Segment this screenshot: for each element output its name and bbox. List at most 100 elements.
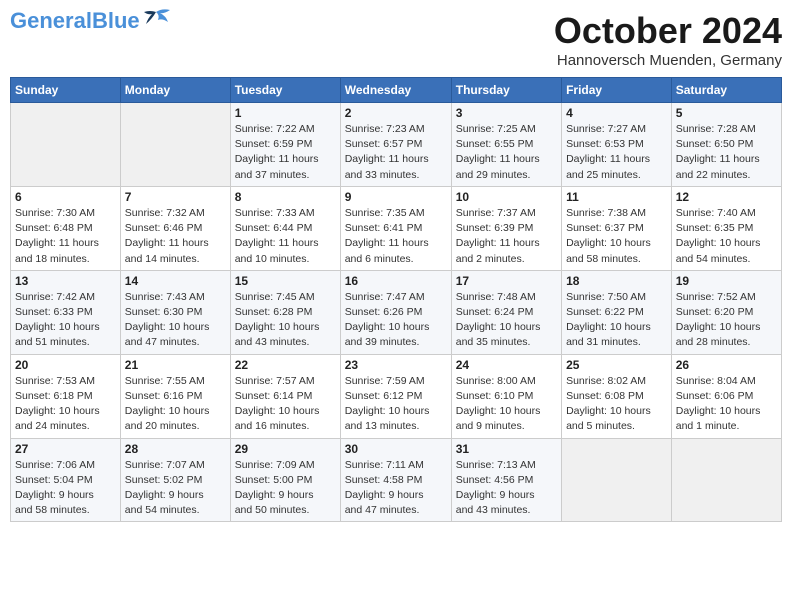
day-number: 4: [566, 106, 667, 120]
day-number: 7: [125, 190, 226, 204]
calendar-week-row: 27 Sunrise: 7:06 AM Sunset: 5:04 PM Dayli…: [11, 438, 782, 522]
day-number: 1: [235, 106, 336, 120]
page-header: GeneralBlue October 2024 Hannoversch Mue…: [10, 10, 782, 69]
calendar-cell: 26 Sunrise: 8:04 AM Sunset: 6:06 PM Dayli…: [671, 354, 781, 438]
calendar-cell: 13Sunrise: 7:42 AM Sunset: 6:33 PM Dayli…: [11, 270, 121, 354]
calendar-cell: 19 Sunrise: 7:52 AM Sunset: 6:20 PM Dayli…: [671, 270, 781, 354]
day-detail: Sunrise: 7:32 AM Sunset: 6:46 PM Dayligh…: [125, 206, 226, 267]
weekday-header-sunday: Sunday: [11, 78, 121, 103]
calendar-cell: 3 Sunrise: 7:25 AM Sunset: 6:55 PM Daylig…: [451, 103, 561, 187]
day-detail: Sunrise: 7:23 AM Sunset: 6:57 PM Dayligh…: [345, 122, 447, 183]
day-number: 15: [235, 274, 336, 288]
day-number: 17: [456, 274, 557, 288]
day-detail: Sunrise: 8:00 AM Sunset: 6:10 PM Dayligh…: [456, 374, 557, 435]
day-number: 3: [456, 106, 557, 120]
day-number: 6: [15, 190, 116, 204]
calendar-cell: 1 Sunrise: 7:22 AM Sunset: 6:59 PM Daylig…: [230, 103, 340, 187]
logo-bird-icon: [142, 8, 170, 30]
day-number: 20: [15, 358, 116, 372]
weekday-header-tuesday: Tuesday: [230, 78, 340, 103]
day-number: 10: [456, 190, 557, 204]
day-detail: Sunrise: 7:42 AM Sunset: 6:33 PM Dayligh…: [15, 290, 116, 351]
day-detail: Sunrise: 7:35 AM Sunset: 6:41 PM Dayligh…: [345, 206, 447, 267]
day-detail: Sunrise: 7:59 AM Sunset: 6:12 PM Dayligh…: [345, 374, 447, 435]
calendar-cell: 31Sunrise: 7:13 AM Sunset: 4:56 PM Dayli…: [451, 438, 561, 522]
day-number: 22: [235, 358, 336, 372]
day-detail: Sunrise: 7:22 AM Sunset: 6:59 PM Dayligh…: [235, 122, 336, 183]
weekday-header-thursday: Thursday: [451, 78, 561, 103]
day-detail: Sunrise: 7:57 AM Sunset: 6:14 PM Dayligh…: [235, 374, 336, 435]
day-number: 14: [125, 274, 226, 288]
day-number: 27: [15, 442, 116, 456]
day-number: 5: [676, 106, 777, 120]
day-number: 19: [676, 274, 777, 288]
calendar-cell: [671, 438, 781, 522]
month-title: October 2024: [554, 10, 782, 52]
day-detail: Sunrise: 8:04 AM Sunset: 6:06 PM Dayligh…: [676, 374, 777, 435]
day-number: 16: [345, 274, 447, 288]
calendar-cell: 12Sunrise: 7:40 AM Sunset: 6:35 PM Dayli…: [671, 186, 781, 270]
day-detail: Sunrise: 7:50 AM Sunset: 6:22 PM Dayligh…: [566, 290, 667, 351]
logo: GeneralBlue: [10, 10, 170, 32]
calendar-week-row: 20 Sunrise: 7:53 AM Sunset: 6:18 PM Dayli…: [11, 354, 782, 438]
calendar-cell: [120, 103, 230, 187]
day-detail: Sunrise: 7:33 AM Sunset: 6:44 PM Dayligh…: [235, 206, 336, 267]
calendar-cell: 17Sunrise: 7:48 AM Sunset: 6:24 PM Dayli…: [451, 270, 561, 354]
day-detail: Sunrise: 8:02 AM Sunset: 6:08 PM Dayligh…: [566, 374, 667, 435]
day-number: 26: [676, 358, 777, 372]
day-detail: Sunrise: 7:09 AM Sunset: 5:00 PM Dayligh…: [235, 458, 336, 519]
day-detail: Sunrise: 7:07 AM Sunset: 5:02 PM Dayligh…: [125, 458, 226, 519]
calendar-cell: 25Sunrise: 8:02 AM Sunset: 6:08 PM Dayli…: [562, 354, 672, 438]
calendar-table: SundayMondayTuesdayWednesdayThursdayFrid…: [10, 77, 782, 522]
day-detail: Sunrise: 7:28 AM Sunset: 6:50 PM Dayligh…: [676, 122, 777, 183]
calendar-cell: 7 Sunrise: 7:32 AM Sunset: 6:46 PM Daylig…: [120, 186, 230, 270]
day-detail: Sunrise: 7:25 AM Sunset: 6:55 PM Dayligh…: [456, 122, 557, 183]
calendar-cell: 14 Sunrise: 7:43 AM Sunset: 6:30 PM Dayli…: [120, 270, 230, 354]
calendar-cell: [562, 438, 672, 522]
day-detail: Sunrise: 7:53 AM Sunset: 6:18 PM Dayligh…: [15, 374, 116, 435]
weekday-header-row: SundayMondayTuesdayWednesdayThursdayFrid…: [11, 78, 782, 103]
calendar-cell: 18 Sunrise: 7:50 AM Sunset: 6:22 PM Dayli…: [562, 270, 672, 354]
day-detail: Sunrise: 7:38 AM Sunset: 6:37 PM Dayligh…: [566, 206, 667, 267]
day-number: 31: [456, 442, 557, 456]
calendar-week-row: 6 Sunrise: 7:30 AM Sunset: 6:48 PM Daylig…: [11, 186, 782, 270]
day-detail: Sunrise: 7:52 AM Sunset: 6:20 PM Dayligh…: [676, 290, 777, 351]
day-number: 23: [345, 358, 447, 372]
calendar-cell: 16Sunrise: 7:47 AM Sunset: 6:26 PM Dayli…: [340, 270, 451, 354]
day-detail: Sunrise: 7:37 AM Sunset: 6:39 PM Dayligh…: [456, 206, 557, 267]
day-detail: Sunrise: 7:27 AM Sunset: 6:53 PM Dayligh…: [566, 122, 667, 183]
calendar-cell: 27 Sunrise: 7:06 AM Sunset: 5:04 PM Dayli…: [11, 438, 121, 522]
day-number: 30: [345, 442, 447, 456]
weekday-header-monday: Monday: [120, 78, 230, 103]
calendar-cell: 24 Sunrise: 8:00 AM Sunset: 6:10 PM Dayli…: [451, 354, 561, 438]
day-number: 28: [125, 442, 226, 456]
location-title: Hannoversch Muenden, Germany: [554, 52, 782, 69]
calendar-cell: 11Sunrise: 7:38 AM Sunset: 6:37 PM Dayli…: [562, 186, 672, 270]
calendar-cell: 29 Sunrise: 7:09 AM Sunset: 5:00 PM Dayli…: [230, 438, 340, 522]
calendar-cell: 6 Sunrise: 7:30 AM Sunset: 6:48 PM Daylig…: [11, 186, 121, 270]
weekday-header-wednesday: Wednesday: [340, 78, 451, 103]
day-number: 9: [345, 190, 447, 204]
calendar-cell: 4 Sunrise: 7:27 AM Sunset: 6:53 PM Daylig…: [562, 103, 672, 187]
calendar-cell: 28 Sunrise: 7:07 AM Sunset: 5:02 PM Dayli…: [120, 438, 230, 522]
calendar-cell: 10 Sunrise: 7:37 AM Sunset: 6:39 PM Dayli…: [451, 186, 561, 270]
calendar-cell: 8 Sunrise: 7:33 AM Sunset: 6:44 PM Daylig…: [230, 186, 340, 270]
calendar-cell: 30Sunrise: 7:11 AM Sunset: 4:58 PM Dayli…: [340, 438, 451, 522]
day-number: 8: [235, 190, 336, 204]
day-number: 21: [125, 358, 226, 372]
day-number: 24: [456, 358, 557, 372]
logo-text: GeneralBlue: [10, 10, 140, 32]
calendar-cell: 21Sunrise: 7:55 AM Sunset: 6:16 PM Dayli…: [120, 354, 230, 438]
day-detail: Sunrise: 7:45 AM Sunset: 6:28 PM Dayligh…: [235, 290, 336, 351]
calendar-cell: 15 Sunrise: 7:45 AM Sunset: 6:28 PM Dayli…: [230, 270, 340, 354]
calendar-week-row: 13Sunrise: 7:42 AM Sunset: 6:33 PM Dayli…: [11, 270, 782, 354]
day-number: 29: [235, 442, 336, 456]
day-detail: Sunrise: 7:30 AM Sunset: 6:48 PM Dayligh…: [15, 206, 116, 267]
day-detail: Sunrise: 7:43 AM Sunset: 6:30 PM Dayligh…: [125, 290, 226, 351]
calendar-cell: 20 Sunrise: 7:53 AM Sunset: 6:18 PM Dayli…: [11, 354, 121, 438]
day-number: 18: [566, 274, 667, 288]
weekday-header-saturday: Saturday: [671, 78, 781, 103]
weekday-header-friday: Friday: [562, 78, 672, 103]
day-detail: Sunrise: 7:06 AM Sunset: 5:04 PM Dayligh…: [15, 458, 116, 519]
calendar-cell: [11, 103, 121, 187]
